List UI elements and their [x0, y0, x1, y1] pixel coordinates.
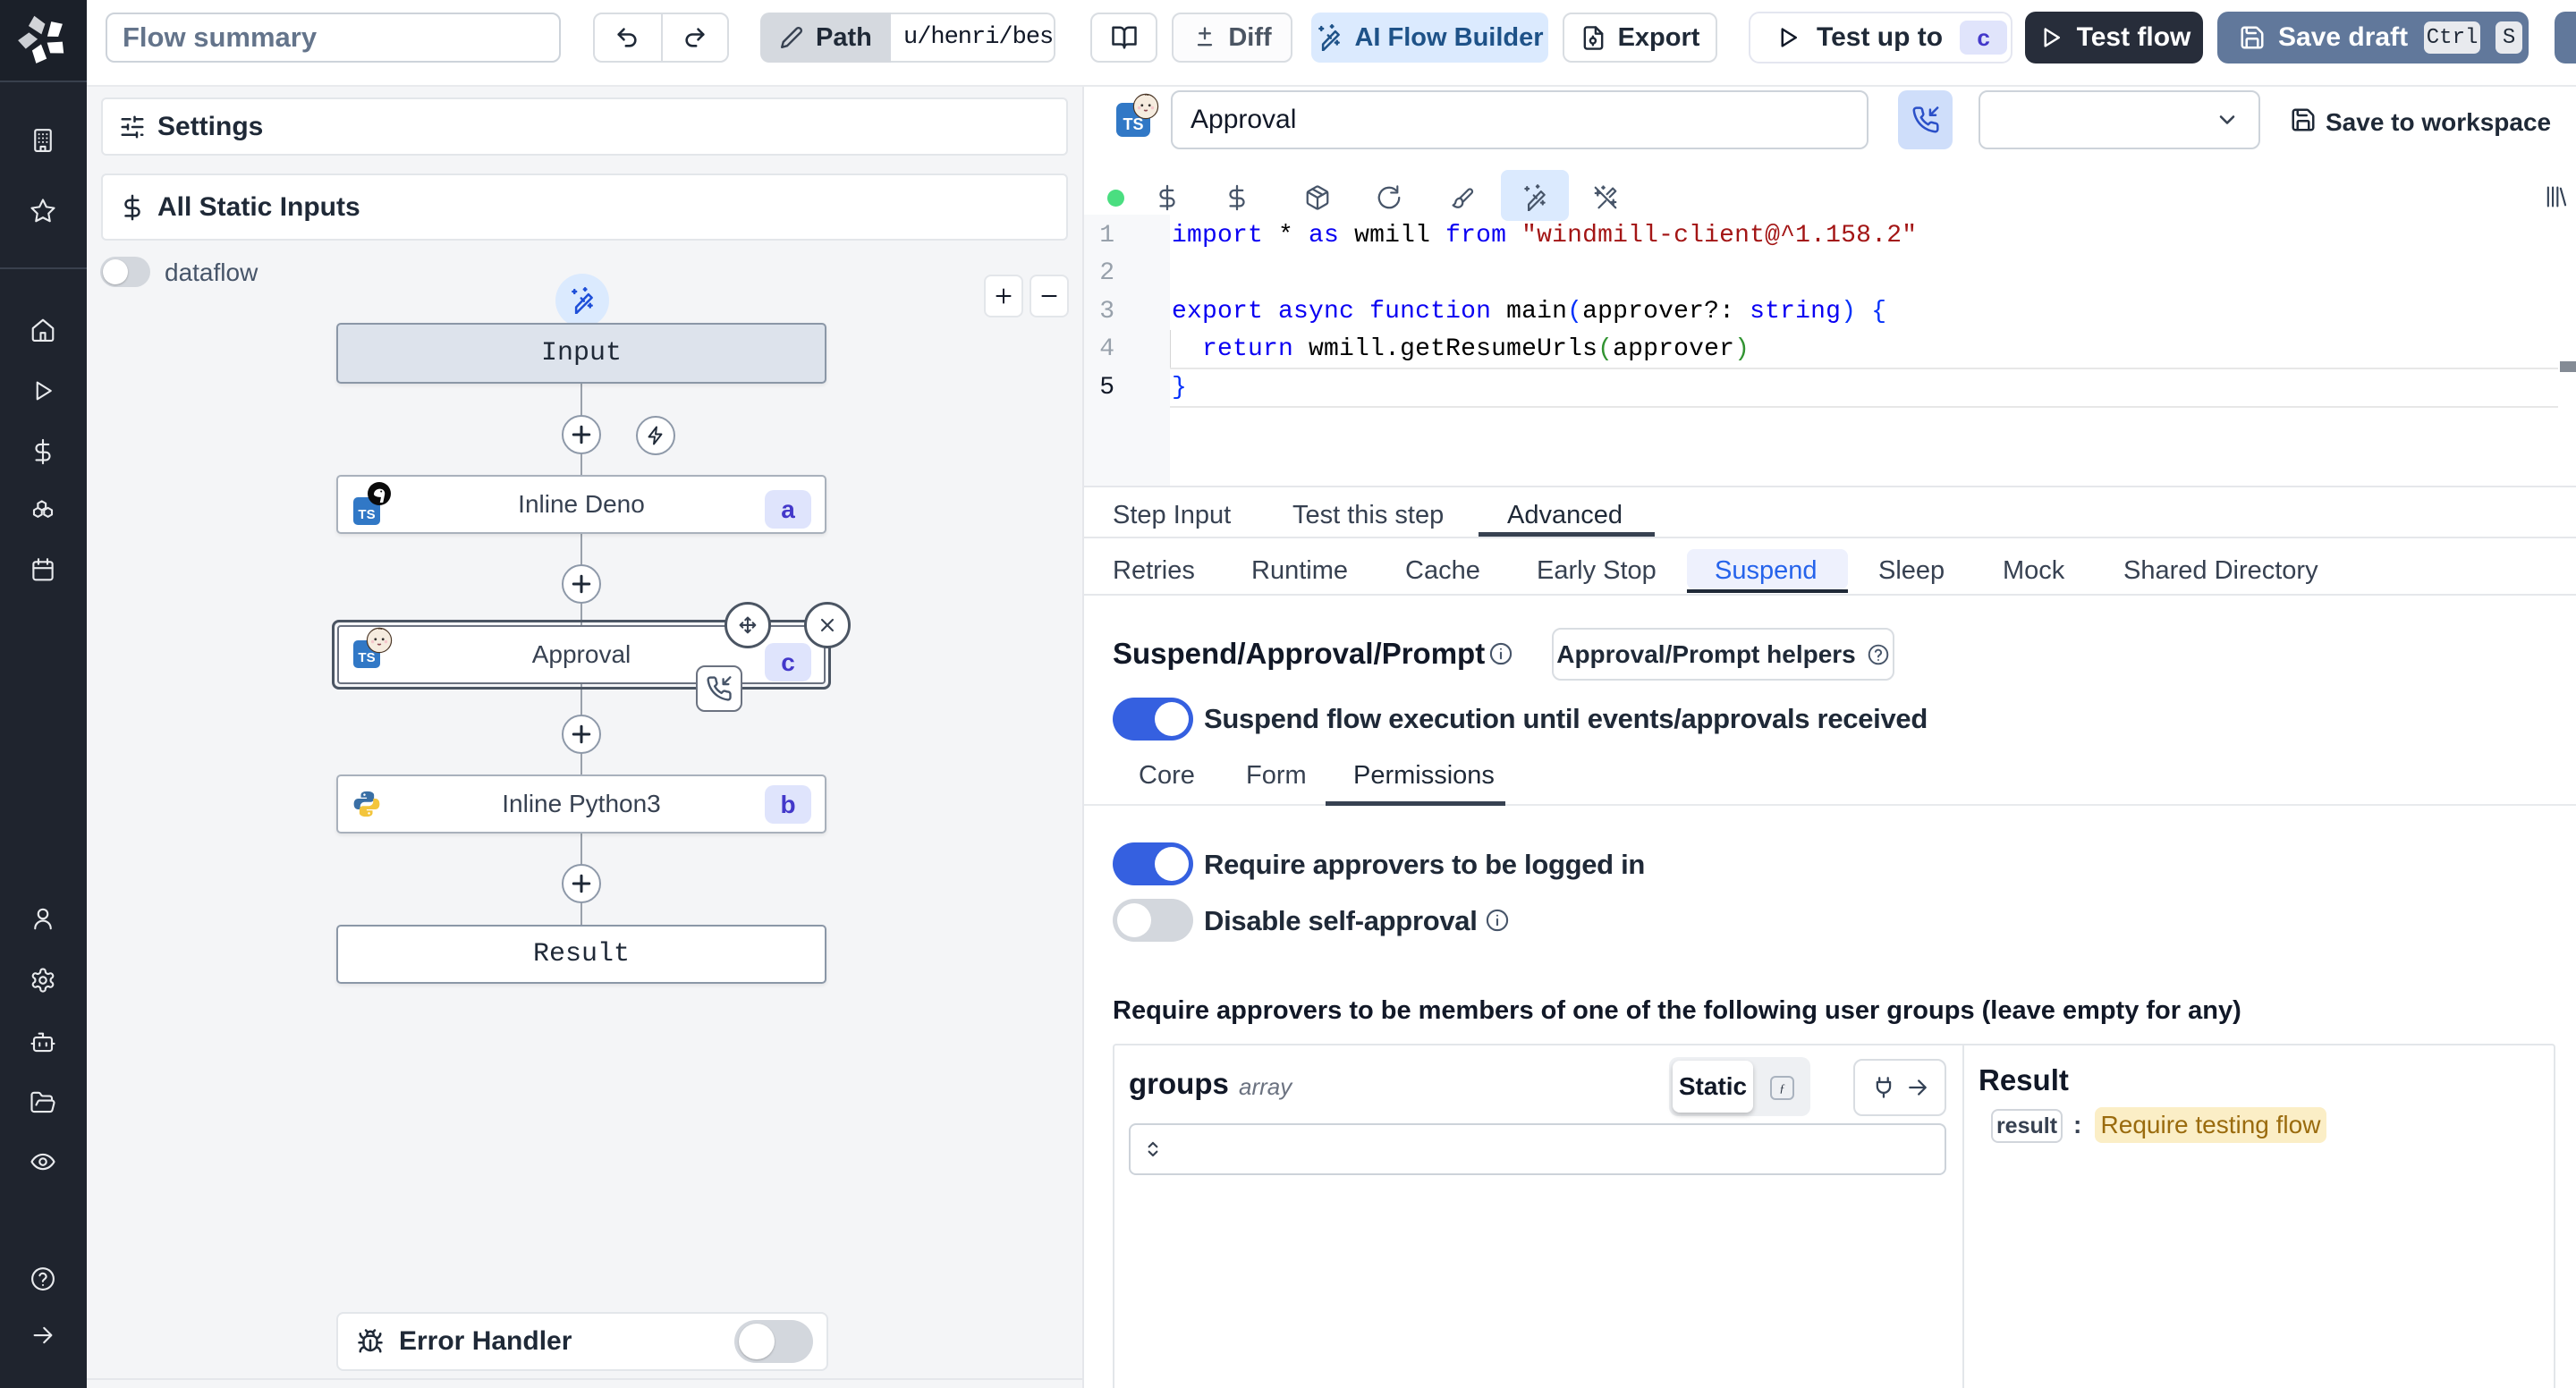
svg-text:ƒ: ƒ — [1779, 1081, 1785, 1095]
